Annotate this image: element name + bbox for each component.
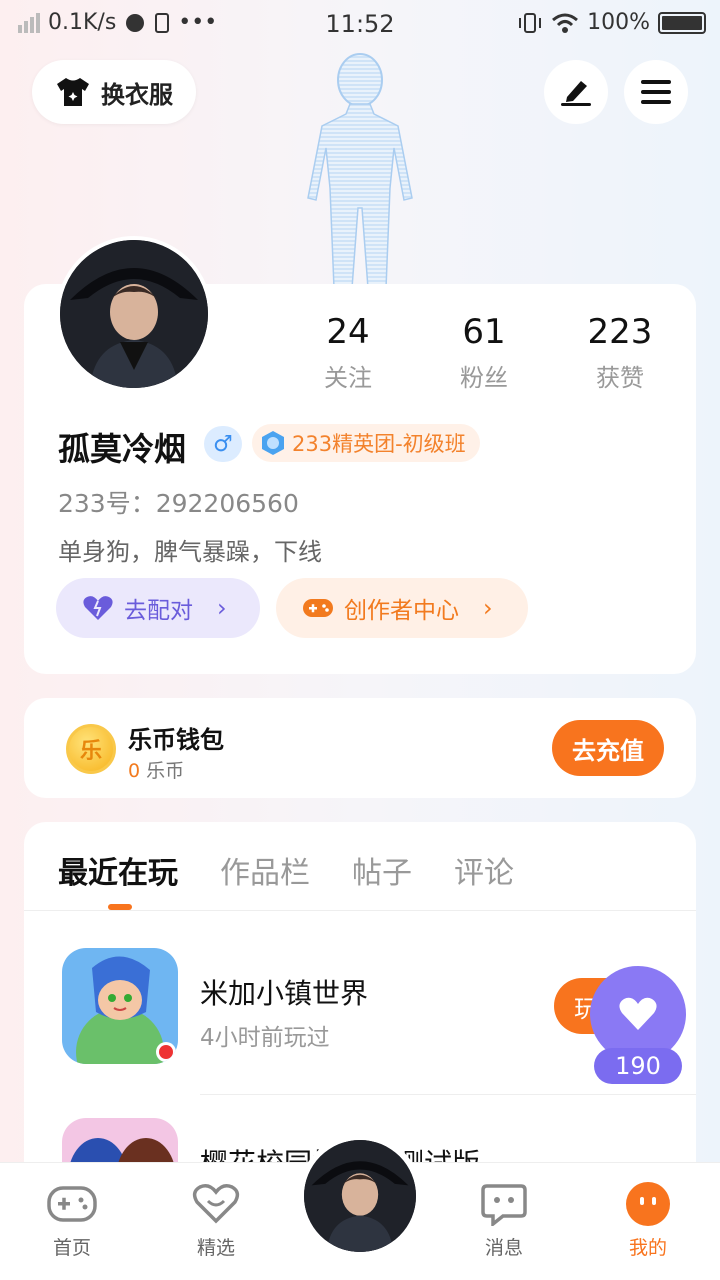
nav-featured-label: 精选 xyxy=(196,1237,235,1259)
wallet-card[interactable]: 乐 乐币钱包 0 乐币 去充值 xyxy=(24,698,696,798)
coin-icon: 乐 xyxy=(66,724,116,774)
creator-center-label: 创作者中心 xyxy=(344,598,459,624)
nav-messages[interactable]: 消息 xyxy=(454,1181,554,1260)
game-last-played: 4小时前玩过 xyxy=(200,1025,330,1051)
wifi-icon xyxy=(552,13,579,33)
status-bar: 0.1K/s ••• 11:52 100% xyxy=(0,0,720,50)
wallet-unit: 乐币 xyxy=(146,760,185,782)
pen-icon xyxy=(561,81,591,106)
shirt-icon xyxy=(57,78,89,106)
game-icon xyxy=(62,948,178,1064)
hamburger-icon xyxy=(641,80,671,104)
nav-me[interactable]: 我的 xyxy=(598,1181,698,1260)
bio: 单身狗，脾气暴躁，下线 xyxy=(58,538,322,566)
tab-bar: 最近在玩 作品栏 帖子 评论 xyxy=(58,848,514,892)
medal-icon xyxy=(262,431,284,455)
match-label: 去配对 xyxy=(124,598,193,624)
nickname: 孤莫冷烟 xyxy=(58,430,187,468)
gender-male-icon: ♂ xyxy=(204,426,242,462)
battery-icon xyxy=(658,11,706,34)
stat-followers[interactable]: 61 粉丝 xyxy=(424,312,544,393)
followers-label: 粉丝 xyxy=(460,364,508,392)
creator-center-button[interactable]: 创作者中心 › xyxy=(276,578,528,638)
heart-icon xyxy=(619,997,657,1030)
tab-comments[interactable]: 评论 xyxy=(454,848,514,892)
chat-icon xyxy=(481,1184,527,1226)
vibrate-icon xyxy=(519,12,542,33)
wallet-amount: 0 xyxy=(128,760,141,782)
elite-badge-label: 233精英团-初级班 xyxy=(292,432,466,456)
recharge-button[interactable]: 去充值 xyxy=(552,720,664,776)
user-id[interactable]: 233号：292206560 xyxy=(58,484,299,520)
stat-likes[interactable]: 223 获赞 xyxy=(560,312,680,393)
nav-home-label: 首页 xyxy=(52,1237,91,1259)
center-avatar-button[interactable] xyxy=(298,1134,422,1258)
menu-button[interactable] xyxy=(624,60,688,124)
match-button[interactable]: 去配对 › xyxy=(56,578,260,638)
avatar[interactable] xyxy=(56,236,212,392)
elite-badge[interactable]: 233精英团-初级班 xyxy=(252,424,480,462)
heart-smile-icon xyxy=(192,1184,240,1224)
face-icon xyxy=(626,1182,670,1226)
nav-home[interactable]: 首页 xyxy=(22,1181,122,1260)
edit-button[interactable] xyxy=(544,60,608,124)
divider xyxy=(200,1094,696,1095)
wallet-balance: 0 乐币 xyxy=(128,756,184,783)
avatar-figure[interactable] xyxy=(290,48,430,288)
nav-me-label: 我的 xyxy=(628,1237,667,1259)
battery-percent: 100% xyxy=(587,10,650,35)
like-count: 190 xyxy=(594,1048,682,1084)
tab-works[interactable]: 作品栏 xyxy=(220,848,310,892)
nav-messages-label: 消息 xyxy=(484,1237,523,1259)
nav-featured[interactable]: 精选 xyxy=(166,1181,266,1260)
game-name: 米加小镇世界 xyxy=(200,977,369,1010)
avatar-portrait xyxy=(304,1140,416,1252)
following-label: 关注 xyxy=(324,364,372,392)
change-outfit-button[interactable]: 换衣服 xyxy=(32,60,196,124)
gamepad-icon xyxy=(303,599,333,617)
stat-following[interactable]: 24 关注 xyxy=(288,312,408,393)
followers-count: 61 xyxy=(462,312,506,352)
wallet-title: 乐币钱包 xyxy=(128,726,224,754)
following-count: 24 xyxy=(326,312,370,352)
tab-recent[interactable]: 最近在玩 xyxy=(58,848,178,892)
avatar-portrait xyxy=(60,240,208,388)
gamepad-icon xyxy=(47,1186,97,1222)
chevron-right-icon: › xyxy=(483,594,493,622)
heart-icon xyxy=(83,596,113,620)
game-art xyxy=(62,948,178,1064)
likes-count: 223 xyxy=(587,312,653,352)
divider xyxy=(24,910,696,911)
chevron-right-icon: › xyxy=(217,594,227,622)
change-outfit-label: 换衣服 xyxy=(101,80,173,109)
tab-posts[interactable]: 帖子 xyxy=(352,848,412,892)
likes-label: 获赞 xyxy=(596,364,644,392)
